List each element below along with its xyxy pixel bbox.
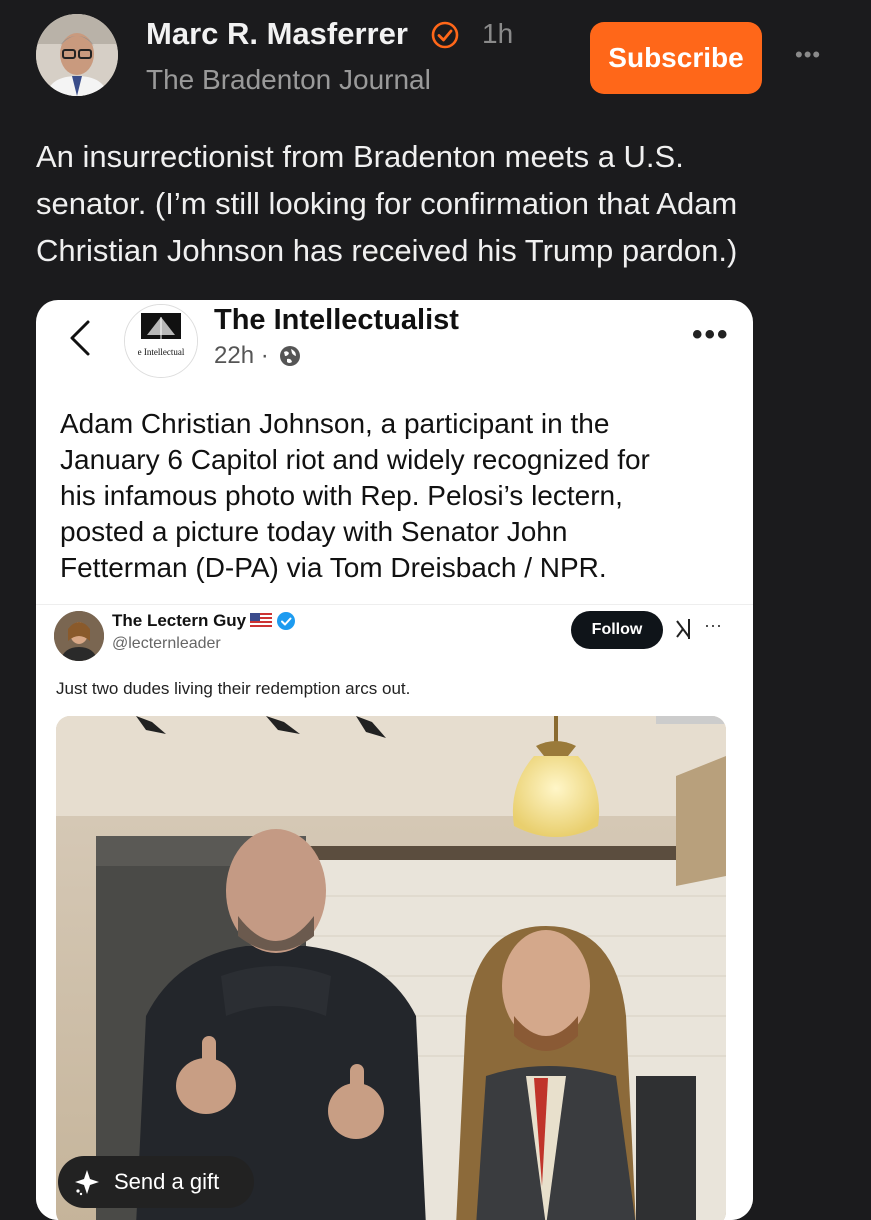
post-line: Christian Johnson has received his Trump… bbox=[36, 233, 738, 268]
embedded-post-image[interactable]: e Intellectual The Intellectualist 22h ·… bbox=[36, 300, 753, 1220]
embed-line: his infamous photo with Rep. Pelosi’s le… bbox=[60, 480, 623, 511]
verified-icon bbox=[431, 21, 459, 49]
intellectualist-avatar: e Intellectual bbox=[124, 304, 198, 378]
us-flag-icon bbox=[250, 613, 272, 627]
subscribe-button[interactable]: Subscribe bbox=[590, 22, 762, 94]
embed-line: January 6 Capitol riot and widely recogn… bbox=[60, 444, 650, 475]
verified-badge-icon bbox=[277, 612, 295, 630]
author-name[interactable]: Marc R. Masferrer bbox=[146, 16, 408, 52]
avatar-wordmark: e Intellectual bbox=[138, 347, 185, 357]
send-gift-label: Send a gift bbox=[114, 1169, 220, 1194]
follow-button[interactable]: Follow bbox=[571, 611, 663, 649]
embed-more-icon[interactable]: ••• bbox=[692, 318, 730, 352]
embed-time: 22h · bbox=[214, 342, 269, 369]
tweet-handle[interactable]: @lecternleader bbox=[112, 635, 221, 653]
send-gift-button[interactable]: Send a gift bbox=[58, 1156, 254, 1208]
publication-name[interactable]: The Bradenton Journal bbox=[146, 64, 431, 96]
globe-icon bbox=[280, 346, 300, 366]
post-body: An insurrectionist from Bradenton meets … bbox=[36, 133, 846, 274]
tweet-author-name[interactable]: The Lectern Guy bbox=[112, 611, 246, 631]
tweet-text: Just two dudes living their redemption a… bbox=[56, 679, 411, 698]
sparkle-gift-icon bbox=[75, 1170, 99, 1196]
post-time: 1h bbox=[482, 18, 514, 49]
embed-line: Fetterman (D-PA) via Tom Dreisbach / NPR… bbox=[60, 552, 607, 583]
tweet-photo[interactable] bbox=[56, 716, 726, 1220]
post-line: An insurrectionist from Bradenton meets … bbox=[36, 139, 684, 174]
embed-account-name[interactable]: The Intellectualist bbox=[214, 304, 459, 337]
more-options-icon[interactable]: ••• bbox=[795, 42, 821, 68]
embed-body: Adam Christian Johnson, a participant in… bbox=[60, 406, 740, 586]
embed-line: posted a picture today with Senator John bbox=[60, 516, 568, 547]
grok-icon[interactable] bbox=[674, 617, 694, 641]
post-line: senator. (I’m still looking for confirma… bbox=[36, 186, 738, 221]
back-arrow-icon bbox=[70, 320, 90, 356]
embed-line: Adam Christian Johnson, a participant in… bbox=[60, 408, 610, 439]
author-avatar[interactable] bbox=[36, 14, 118, 96]
tweet-avatar bbox=[54, 611, 104, 661]
tweet-more-icon[interactable]: ··· bbox=[704, 615, 722, 636]
